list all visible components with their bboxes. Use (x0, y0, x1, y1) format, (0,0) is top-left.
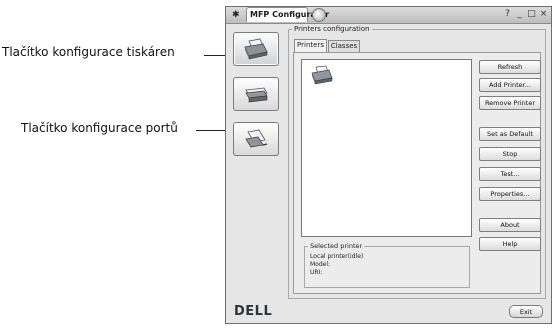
printer-status: Local printer(idle) (310, 253, 364, 260)
printer-uri: URI: (310, 269, 323, 276)
printer-icon (244, 38, 268, 60)
close-button[interactable]: × (538, 9, 549, 19)
exit-button[interactable]: Exit (509, 305, 543, 318)
printers-configuration-label: Printers configuration (292, 25, 372, 33)
add-printer-button[interactable]: Add Printer... (479, 78, 541, 92)
selected-printer-label: Selected printer (308, 242, 365, 250)
title-bar[interactable]: ✱ MFP Configurator ? _ □ × (226, 7, 551, 24)
scanner-icon (245, 87, 268, 103)
maximize-button[interactable]: □ (526, 9, 537, 19)
minimize-button[interactable]: _ (514, 9, 525, 19)
config-sidebar (231, 27, 283, 275)
stop-button[interactable]: Stop (479, 147, 541, 161)
tab-classes[interactable]: Classes (328, 40, 360, 52)
ports-config-button[interactable] (233, 122, 279, 156)
scanners-config-button[interactable] (233, 77, 279, 111)
dell-logo: DELL (234, 304, 273, 319)
app-menu-icon[interactable]: ✱ (232, 10, 240, 20)
printer-model: Model: (310, 261, 331, 268)
test-button[interactable]: Test... (479, 167, 541, 181)
mfp-configurator-window: ✱ MFP Configurator ? _ □ × Printers conf… (225, 6, 552, 324)
printer-list[interactable] (301, 59, 472, 237)
globe-icon (312, 8, 326, 22)
help-button-panel[interactable]: Help (479, 237, 541, 251)
printer-icon[interactable] (310, 65, 334, 85)
ports-button-callout: Tlačítko konfigurace portů (21, 121, 178, 135)
port-icon (245, 129, 268, 148)
printers-config-button[interactable] (233, 32, 279, 66)
refresh-button[interactable]: Refresh (479, 60, 541, 74)
remove-printer-button[interactable]: Remove Printer (479, 96, 541, 110)
about-button[interactable]: About (479, 218, 541, 232)
help-button[interactable]: ? (502, 9, 513, 19)
printers-button-callout: Tlačítko konfigurace tiskáren (2, 45, 175, 59)
set-as-default-button[interactable]: Set as Default (479, 127, 541, 141)
tab-printers[interactable]: Printers (294, 39, 327, 52)
properties-button[interactable]: Properties... (479, 187, 541, 201)
